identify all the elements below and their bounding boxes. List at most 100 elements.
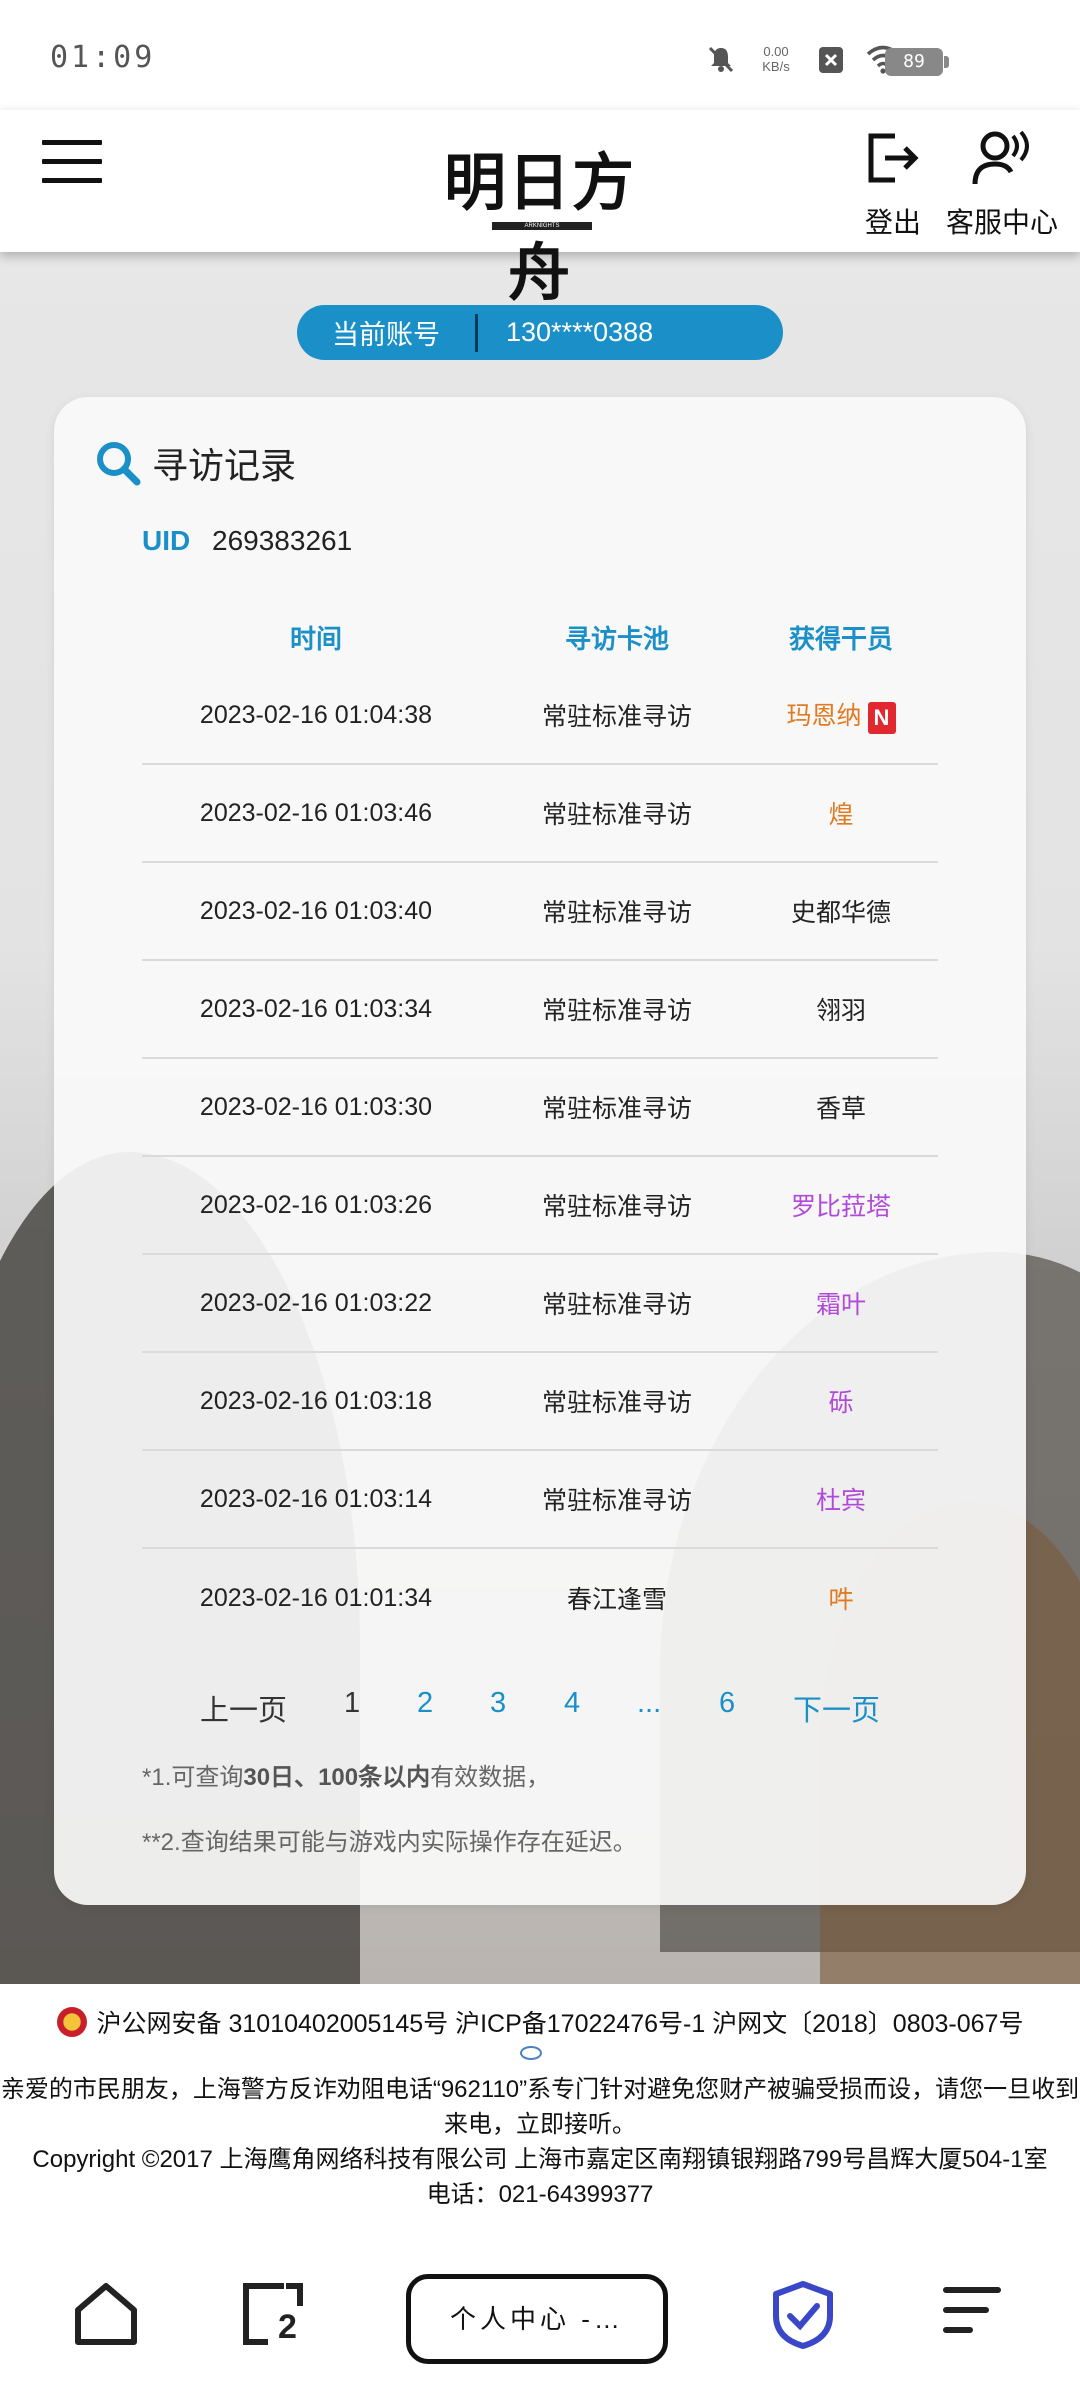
status-icons: 0.00 KB/s xyxy=(706,44,900,74)
menu-line-icon xyxy=(42,140,102,145)
footer-registration-text[interactable]: 沪公网安备 31010402005145号 沪ICP备17022476号-1 沪… xyxy=(97,2004,1024,2040)
net-speed-unit: KB/s xyxy=(762,59,790,74)
row-pool: 春江逢雪 xyxy=(566,1586,667,1614)
footer-notice: 亲爱的市民朋友，上海警方反诈劝阻电话“962110”系专门针对避免您财产被骗受损… xyxy=(0,2076,1080,2138)
row-operator-cell: 翎羽 xyxy=(744,991,938,1027)
app-header: 明日方舟 ARKNIGHTS 登出 客服中心 xyxy=(0,110,1080,309)
small-badge-icon xyxy=(520,2046,542,2060)
row-time: 2023-02-16 01:03:26 xyxy=(199,1190,433,1219)
logo-subtext: ARKNIGHTS xyxy=(524,223,560,229)
note-2: **2.查询结果可能与游戏内实际操作存在延迟。 xyxy=(142,1829,637,1856)
row-time: 2023-02-16 01:03:22 xyxy=(199,1288,433,1317)
menu-lines-icon[interactable] xyxy=(942,2280,1002,2340)
column-header-operator: 获得干员 xyxy=(788,623,893,654)
home-icon[interactable] xyxy=(72,2280,140,2348)
column-header-time: 时间 xyxy=(289,623,342,654)
row-time: 2023-02-16 01:03:14 xyxy=(199,1484,433,1513)
row-pool: 常驻标准寻访 xyxy=(541,1193,692,1221)
row-pool: 常驻标准寻访 xyxy=(541,1487,692,1515)
footer-registration: 沪公网安备 31010402005145号 沪ICP备17022476号-1 沪… xyxy=(0,2004,1080,2040)
row-operator-cell: 杜宾 xyxy=(744,1481,938,1517)
table-row: 2023-02-16 01:04:38 常驻标准寻访 玛恩纳 N xyxy=(142,667,938,765)
new-badge: N xyxy=(867,701,896,734)
current-account-pill: 当前账号 130****0388 xyxy=(297,305,783,360)
row-operator: 史都华德 xyxy=(790,899,891,927)
page-4-button[interactable]: 4 xyxy=(564,1687,580,1720)
table-row: 2023-02-16 01:03:26 常驻标准寻访 罗比菈塔 xyxy=(142,1157,938,1255)
table-row: 2023-02-16 01:03:34 常驻标准寻访 翎羽 xyxy=(142,961,938,1059)
search-icon xyxy=(97,442,141,486)
page-3-button[interactable]: 3 xyxy=(490,1687,506,1720)
personal-center-tab-button[interactable]: 个人中心 -… xyxy=(406,2274,668,2364)
row-pool: 常驻标准寻访 xyxy=(541,801,692,829)
logout-label: 登出 xyxy=(864,207,921,238)
uid-value: 269383261 xyxy=(212,525,353,556)
row-pool: 常驻标准寻访 xyxy=(541,997,692,1025)
note-1-separator: 、 xyxy=(294,1764,319,1791)
shield-check-icon[interactable] xyxy=(770,2280,836,2350)
tab-count: 2 xyxy=(278,2308,297,2346)
account-value: 130****0388 xyxy=(506,317,654,347)
pagination: 上一页 1 2 3 4 ... 6 下一页 xyxy=(54,1687,1026,1737)
pagination-ellipsis: ... xyxy=(637,1687,662,1719)
row-operator: 杜宾 xyxy=(815,1487,866,1515)
row-operator: 砾 xyxy=(828,1389,854,1417)
table-row: 2023-02-16 01:03:40 常驻标准寻访 史都华德 xyxy=(142,863,938,961)
account-label: 当前账号 xyxy=(332,320,440,350)
row-operator-cell: 吽 xyxy=(744,1580,938,1616)
row-time: 2023-02-16 01:03:34 xyxy=(199,994,433,1023)
column-header-pool: 寻访卡池 xyxy=(564,623,669,654)
prev-page-button[interactable]: 上一页 xyxy=(200,1687,287,1729)
site-footer: 沪公网安备 31010402005145号 沪ICP备17022476号-1 沪… xyxy=(0,1984,1080,2224)
table-row: 2023-02-16 01:03:18 常驻标准寻访 砾 xyxy=(142,1353,938,1451)
hamburger-menu-button[interactable] xyxy=(42,140,102,190)
note-1-suffix: 有效数据， xyxy=(430,1764,551,1791)
row-time: 2023-02-16 01:03:30 xyxy=(199,1092,433,1121)
arknights-logo[interactable]: 明日方舟 ARKNIGHTS xyxy=(420,122,660,309)
row-operator: 罗比菈塔 xyxy=(790,1193,891,1221)
note-1: *1.可查询30日、100条以内有效数据， xyxy=(142,1757,637,1792)
menu-line-icon xyxy=(42,178,102,183)
record-table: 时间 寻访卡池 获得干员 2023-02-16 01:04:38 常驻标准寻访 玛恩… xyxy=(142,607,938,1647)
row-time: 2023-02-16 01:01:34 xyxy=(199,1583,433,1612)
note-1-bold-days: 30日 xyxy=(243,1764,295,1791)
row-operator-cell: 香草 xyxy=(744,1089,938,1125)
table-row: 2023-02-16 01:01:34 春江逢雪 吽 xyxy=(142,1549,938,1647)
uid-row: UID 269383261 xyxy=(142,525,352,557)
logout-button[interactable]: 登出 xyxy=(858,128,928,241)
status-time: 01:09 xyxy=(50,40,156,75)
logout-icon xyxy=(868,133,919,183)
row-operator-cell: 罗比菈塔 xyxy=(744,1187,938,1223)
table-row: 2023-02-16 01:03:14 常驻标准寻访 杜宾 xyxy=(142,1451,938,1549)
row-pool: 常驻标准寻访 xyxy=(541,1291,692,1319)
battery-indicator: 89 xyxy=(885,48,949,76)
card-title-text: 寻访记录 xyxy=(152,445,297,486)
browser-bottom-nav: 2 个人中心 -… xyxy=(0,2224,1080,2408)
row-operator: 翎羽 xyxy=(815,997,866,1025)
next-page-button[interactable]: 下一页 xyxy=(793,1687,880,1729)
row-pool: 常驻标准寻访 xyxy=(541,703,692,731)
customer-service-button[interactable]: 客服中心 xyxy=(942,128,1062,241)
note-1-prefix: *1.可查询 xyxy=(142,1764,244,1791)
row-operator: 玛恩纳 xyxy=(786,702,862,731)
row-operator-cell: 煌 xyxy=(744,795,938,831)
table-row: 2023-02-16 01:03:22 常驻标准寻访 霜叶 xyxy=(142,1255,938,1353)
customer-service-label: 客服中心 xyxy=(945,207,1058,238)
footer-phone: 电话：021-64399377 xyxy=(426,2181,654,2208)
mute-bell-icon xyxy=(708,46,734,73)
tabs-button[interactable]: 2 xyxy=(240,2280,306,2346)
customer-service-icon xyxy=(972,130,1029,185)
page-1-button[interactable]: 1 xyxy=(344,1687,360,1720)
page-2-button[interactable]: 2 xyxy=(417,1687,433,1720)
menu-line-icon xyxy=(42,159,102,164)
row-time: 2023-02-16 01:03:18 xyxy=(199,1386,433,1415)
row-operator-cell: 史都华德 xyxy=(744,893,938,929)
table-body: 2023-02-16 01:04:38 常驻标准寻访 玛恩纳 N 2023-02-16 … xyxy=(142,667,938,1647)
table-row: 2023-02-16 01:03:46 常驻标准寻访 煌 xyxy=(142,765,938,863)
page-6-button[interactable]: 6 xyxy=(719,1687,735,1720)
status-bar: 01:09 0.00 KB/s 89 xyxy=(0,0,1080,110)
net-speed-value: 0.00 xyxy=(763,44,789,59)
card-title: 寻访记录 xyxy=(94,437,296,489)
row-pool: 常驻标准寻访 xyxy=(541,1095,692,1123)
footer-copyright: Copyright ©2017 上海鹰角网络科技有限公司 上海市嘉定区南翔镇银翔… xyxy=(32,2146,1048,2173)
